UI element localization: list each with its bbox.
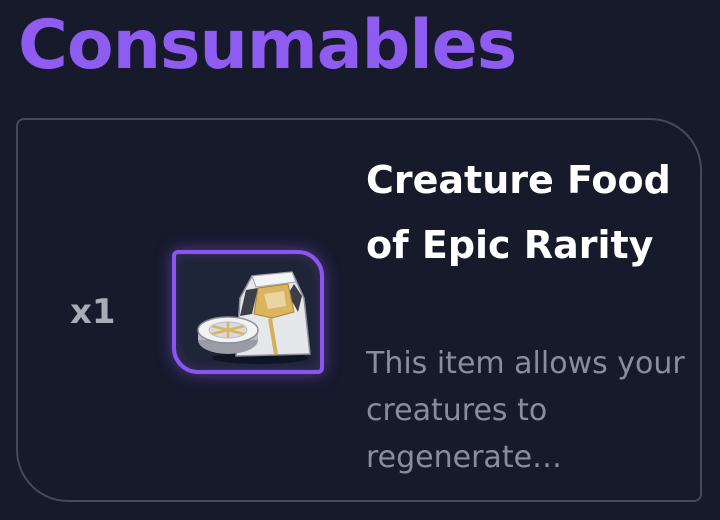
item-name: Creature Food of Epic Rarity	[366, 158, 671, 267]
item-icon-frame[interactable]	[172, 250, 324, 374]
section-title: Consumables	[18, 6, 517, 85]
item-card[interactable]: x1 Creature Food of Epic Rarity This ite…	[16, 118, 702, 502]
creature-food-bag-icon	[197, 271, 311, 364]
item-quantity: x1	[70, 292, 116, 332]
item-description: This item allows your creatures to regen…	[366, 346, 685, 475]
